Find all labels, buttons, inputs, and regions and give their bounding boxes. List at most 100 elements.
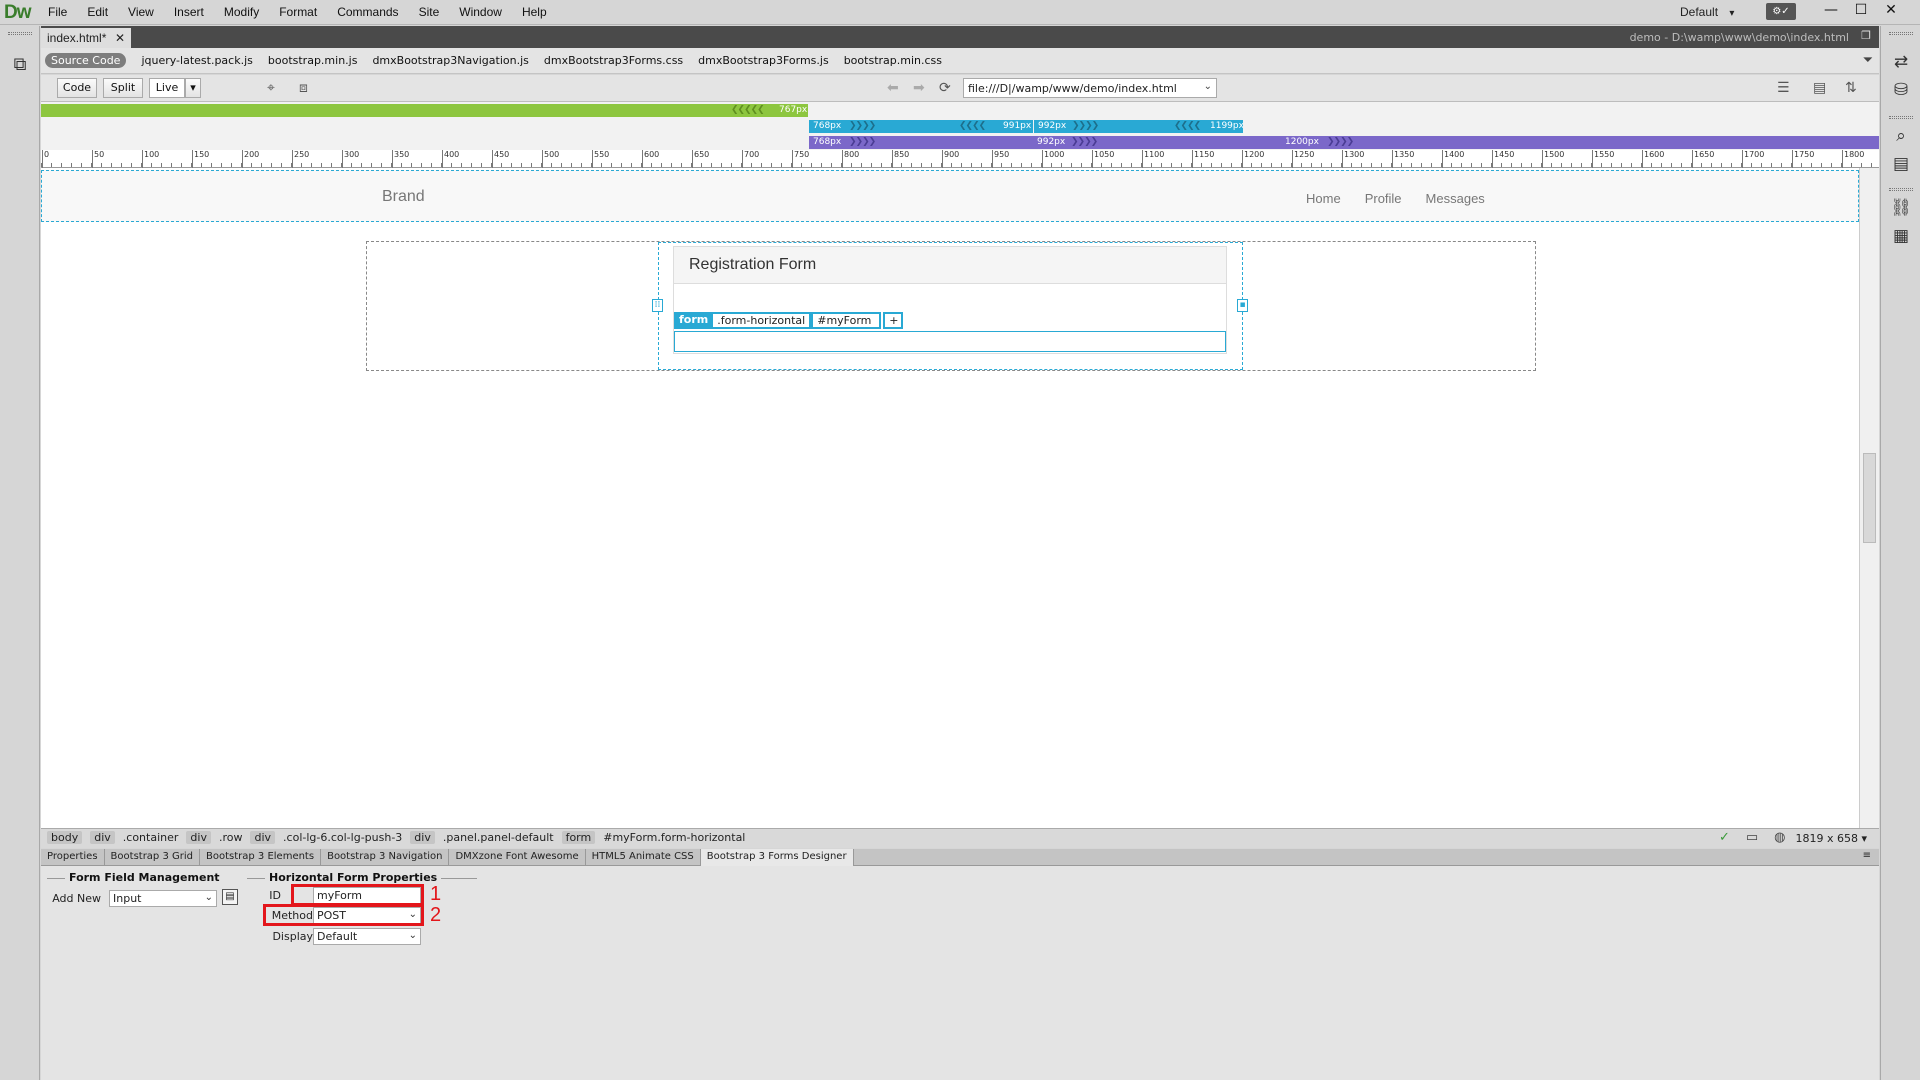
element-id-tag[interactable]: #myForm — [811, 312, 882, 329]
close-icon[interactable]: ✕ — [115, 31, 125, 45]
maximize-icon[interactable]: ☐ — [1846, 0, 1876, 22]
file-management-icon[interactable]: ▤ — [1813, 80, 1826, 96]
files-panel-icon[interactable]: ⇄ — [1889, 52, 1913, 74]
address-value: file:///D|/wamp/www/demo/index.html — [968, 82, 1177, 95]
forward-arrow-icon[interactable]: ➡ — [913, 80, 925, 96]
media-query-992-1199[interactable]: 992px ❯❯❯❯ ❮❮❮❮ 1199px — [1034, 120, 1243, 133]
navbar-brand[interactable]: Brand — [382, 188, 425, 206]
chevron-down-icon[interactable]: ⌄ — [1204, 81, 1212, 92]
tag-selector-element[interactable]: form — [561, 831, 596, 844]
element-tag-name[interactable]: form — [674, 312, 714, 329]
tab-bootstrap-elements[interactable]: Bootstrap 3 Elements — [200, 849, 322, 866]
tag-selector-element[interactable]: body — [47, 831, 83, 844]
menu-site[interactable]: Site — [419, 5, 440, 19]
sync-settings-icon[interactable]: ⚙✓ — [1766, 3, 1796, 20]
database-icon[interactable]: ⛁ — [1889, 80, 1913, 102]
grip-handle[interactable] — [1889, 188, 1913, 191]
window-size-icon[interactable]: ▭ — [1746, 831, 1758, 845]
related-file[interactable]: dmxBootstrap3Forms.js — [698, 54, 829, 68]
address-bar[interactable]: file:///D|/wamp/www/demo/index.html ⌄ — [963, 78, 1217, 98]
menu-window[interactable]: Window — [459, 5, 502, 19]
code-view-button[interactable]: Code — [57, 78, 97, 98]
related-file[interactable]: dmxBootstrap3Navigation.js — [372, 54, 528, 68]
add-field-button[interactable]: ▤ — [222, 889, 238, 905]
related-file[interactable]: bootstrap.min.js — [268, 54, 358, 68]
tag-selector-attribute[interactable]: .col-lg-6.col-lg-push-3 — [283, 831, 402, 844]
dom-tree-icon[interactable]: ⛓ — [1889, 198, 1913, 220]
grip-handle[interactable] — [1889, 116, 1913, 119]
scrollbar-thumb[interactable] — [1863, 453, 1876, 543]
menu-view[interactable]: View — [128, 5, 154, 19]
tag-selector-element[interactable]: div — [250, 831, 276, 844]
check-icon[interactable]: ✓ — [1719, 831, 1730, 845]
document-tab[interactable]: index.html* ✕ — [41, 28, 131, 48]
filter-icon[interactable]: ⏷ — [1863, 53, 1873, 68]
tag-selector-element[interactable]: div — [186, 831, 211, 844]
grip-handle[interactable] — [1889, 32, 1913, 35]
inspect-icon[interactable]: ⌖ — [267, 80, 275, 96]
menu-commands[interactable]: Commands — [337, 5, 398, 19]
refresh-icon[interactable]: ⟳ — [939, 80, 951, 96]
tab-animate-css[interactable]: HTML5 Animate CSS — [586, 849, 701, 866]
tag-selector-attribute[interactable]: .container — [123, 831, 179, 844]
panel-menu-icon[interactable]: ≡ — [1863, 850, 1871, 861]
tab-bootstrap-navigation[interactable]: Bootstrap 3 Navigation — [321, 849, 450, 866]
media-query-max-767[interactable]: ❮❮❮❮❮ 767px — [41, 104, 808, 117]
related-file[interactable]: dmxBootstrap3Forms.css — [544, 54, 683, 68]
assets-icon[interactable]: ▤ — [1889, 154, 1913, 176]
code-navigator-icon[interactable]: ☰ — [1777, 80, 1790, 96]
related-file-source-code[interactable]: Source Code — [45, 53, 127, 68]
related-file[interactable]: jquery-latest.pack.js — [141, 54, 252, 68]
media-query-768-991[interactable]: 768px ❯❯❯❯ ❮❮❮❮ 991px — [809, 120, 1033, 133]
menu-edit[interactable]: Edit — [87, 5, 108, 19]
panel[interactable]: Registration Form form .form-horizontal … — [673, 246, 1227, 354]
search-icon[interactable]: ⌕ — [1889, 126, 1913, 148]
site-structure-icon[interactable]: ⧉ — [8, 54, 32, 76]
panel-heading[interactable]: Registration Form — [674, 247, 1226, 284]
minimize-icon[interactable]: — — [1816, 0, 1846, 22]
menu-file[interactable]: File — [48, 5, 67, 19]
tab-bootstrap-grid[interactable]: Bootstrap 3 Grid — [105, 849, 200, 866]
live-code-icon[interactable]: ⧈ — [299, 80, 308, 96]
menu-format[interactable]: Format — [279, 5, 317, 19]
tag-selector-attribute[interactable]: .panel.panel-default — [443, 831, 554, 844]
nav-link-home[interactable]: Home — [1306, 191, 1341, 206]
menu-insert[interactable]: Insert — [174, 5, 204, 19]
menu-modify[interactable]: Modify — [224, 5, 259, 19]
close-icon[interactable]: ✕ — [1876, 0, 1906, 22]
vertical-scrollbar[interactable] — [1859, 168, 1879, 828]
add-new-select[interactable]: Input ⌄ — [109, 890, 217, 907]
tab-properties[interactable]: Properties — [41, 849, 105, 866]
grip-handle[interactable] — [8, 32, 32, 35]
form-element[interactable] — [674, 331, 1226, 352]
insert-panel-icon[interactable]: ▦ — [1889, 226, 1913, 248]
back-arrow-icon[interactable]: ⬅ — [887, 80, 899, 96]
menu-help[interactable]: Help — [522, 5, 547, 19]
split-view-button[interactable]: Split — [103, 78, 143, 98]
ruler-tick: 200 — [242, 150, 259, 168]
nav-link-messages[interactable]: Messages — [1426, 191, 1485, 206]
preview-in-browser-icon[interactable]: ◍ — [1774, 831, 1785, 845]
display-select[interactable]: Default ⌄ — [313, 928, 421, 945]
element-class-tag[interactable]: .form-horizontal — [713, 312, 812, 329]
media-query-min-widths[interactable]: 768px ❯❯❯❯ 992px ❯❯❯❯ 1200px ❯❯❯❯ — [809, 136, 1879, 149]
restore-window-icon[interactable]: ❐ — [1861, 29, 1871, 42]
tag-selector-attribute[interactable]: .row — [219, 831, 243, 844]
tag-selector: body div .container div .row div .col-lg-6.col… — [47, 831, 753, 844]
resize-handle-left[interactable]: ⁞⁞ — [652, 299, 663, 312]
transfer-icon[interactable]: ⇅ — [1845, 80, 1857, 96]
tag-selector-attribute[interactable]: #myForm.form-horizontal — [603, 831, 745, 844]
workspace-switcher[interactable]: Default ▾ — [1680, 5, 1734, 19]
tag-selector-element[interactable]: div — [90, 831, 115, 844]
resize-handle-right[interactable]: ▪ — [1237, 299, 1248, 312]
live-view-button[interactable]: Live — [149, 78, 185, 98]
add-class-button[interactable]: + — [883, 312, 904, 329]
tab-font-awesome[interactable]: DMXzone Font Awesome — [449, 849, 586, 866]
tab-forms-designer[interactable]: Bootstrap 3 Forms Designer — [700, 849, 854, 866]
nav-link-profile[interactable]: Profile — [1365, 191, 1402, 206]
live-options-dropdown[interactable]: ▾ — [185, 78, 201, 98]
navbar[interactable]: Brand Home Profile Messages — [41, 170, 1859, 222]
related-file[interactable]: bootstrap.min.css — [844, 54, 942, 68]
window-size-selector[interactable]: 1819 x 658 ▾ — [1795, 832, 1867, 845]
tag-selector-element[interactable]: div — [410, 831, 435, 844]
